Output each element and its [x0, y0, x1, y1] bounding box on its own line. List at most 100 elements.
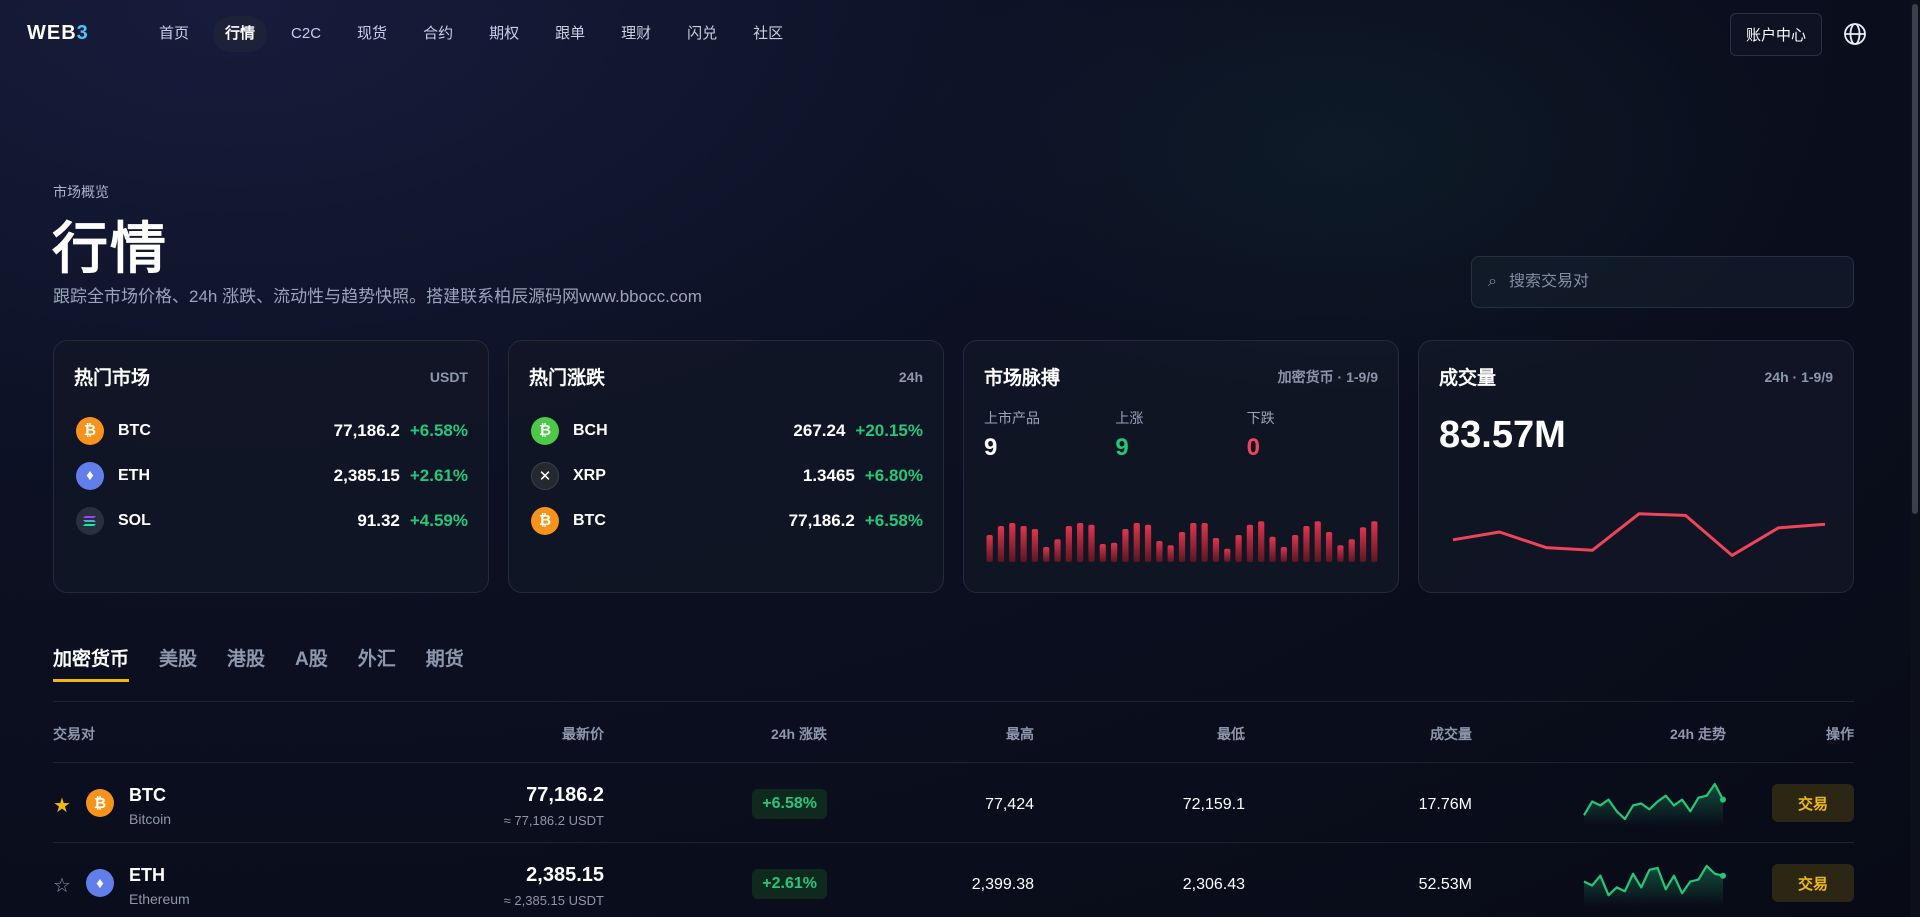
pulse-bar — [1201, 523, 1208, 562]
nav-item-markets[interactable]: 行情 — [213, 16, 268, 52]
bitcoin-icon: ₿ — [76, 416, 104, 445]
nav-item-home[interactable]: 首页 — [147, 16, 201, 52]
table-row[interactable]: ☆ ♦ ETH Ethereum 2,385.15 ≈ 2,385.15 USD… — [53, 843, 1854, 917]
logo-accent: 3 — [76, 22, 89, 44]
pulse-bar — [1167, 545, 1174, 562]
tab-forex[interactable]: 外汇 — [358, 644, 396, 682]
market-row[interactable]: ♦ ETH 2,385.15 +2.61% — [74, 453, 468, 498]
stat-value: 9 — [1115, 434, 1129, 461]
hot-market-card: 热门市场 USDT ₿ BTC 77,186.2 +6.58% ♦ ETH 2,… — [53, 340, 489, 593]
header-change[interactable]: 24h 涨跌 — [771, 724, 827, 744]
volume-trend-line — [1452, 512, 1826, 557]
favorite-star-icon[interactable]: ☆ — [53, 873, 71, 898]
row-name: Ethereum — [129, 891, 190, 907]
pulse-bar — [1088, 524, 1095, 562]
tab-a-shares[interactable]: A股 — [295, 644, 328, 682]
row-price: 77,186.2 — [526, 784, 604, 806]
pulse-bar — [1292, 535, 1299, 562]
search-box: ⌕ — [1471, 256, 1854, 308]
pulse-bar — [1348, 539, 1355, 562]
market-price: 2,385.15 — [333, 465, 400, 485]
header-pair[interactable]: 交易对 — [53, 724, 95, 744]
globe-icon[interactable] — [1843, 22, 1867, 46]
nav-item-community[interactable]: 社区 — [741, 16, 795, 52]
page-title: 行情 — [52, 217, 168, 280]
row-change-badge: +2.61% — [752, 869, 827, 899]
pulse-bar — [997, 526, 1005, 562]
sparkline-end-dot — [1720, 872, 1726, 879]
market-pulse-card: 市场脉搏 加密货币 · 1-9/9 上市产品 9 上涨 9 下跌 0 — [963, 340, 1399, 593]
logo[interactable]: WEB3 — [27, 22, 89, 45]
pulse-bar — [1325, 532, 1333, 562]
stat-listed: 上市产品 9 — [984, 408, 1115, 462]
header-last-price[interactable]: 最新价 — [562, 724, 604, 744]
scrollbar-thumb[interactable] — [1912, 4, 1918, 514]
market-row[interactable]: ₿ BTC 77,186.2 +6.58% — [74, 408, 468, 453]
market-row[interactable]: SOL 91.32 +4.59% — [74, 498, 468, 543]
search-input[interactable] — [1508, 273, 1829, 291]
market-row[interactable]: ✕ XRP 1.3465 +6.80% — [529, 453, 923, 498]
nav-item-convert[interactable]: 闪兑 — [675, 16, 729, 52]
tab-crypto[interactable]: 加密货币 — [53, 644, 130, 682]
nav-item-options[interactable]: 期权 — [477, 16, 531, 52]
pulse-bar — [1020, 526, 1027, 562]
volume-value: 83.57M — [1439, 414, 1566, 456]
pulse-bar — [1099, 544, 1106, 562]
market-price: 77,186.2 — [788, 510, 855, 530]
header-high[interactable]: 最高 — [1006, 724, 1034, 744]
hot-movers-card: 热门涨跌 24h ₿ BCH 267.24 +20.15% ✕ XRP 1.34… — [508, 340, 944, 593]
row-symbol: ETH — [129, 865, 165, 885]
market-price: 267.24 — [793, 420, 846, 440]
table-row[interactable]: ★ ₿ BTC Bitcoin 77,186.2 ≈ 77,186.2 USDT… — [53, 763, 1854, 843]
top-nav: WEB3 首页 行情 C2C 现货 合约 期权 跟单 理财 闪兑 社区 账户中心 — [0, 0, 1920, 68]
pulse-bar — [1144, 524, 1152, 562]
market-row[interactable]: ₿ BCH 267.24 +20.15% — [529, 408, 923, 453]
divider — [53, 701, 1854, 702]
pulse-bar — [1258, 521, 1265, 562]
pulse-bar — [1269, 536, 1276, 562]
trade-button[interactable]: 交易 — [1772, 784, 1854, 822]
pulse-bar — [1280, 547, 1287, 562]
header-volume[interactable]: 成交量 — [1430, 724, 1472, 744]
card-title: 热门市场 — [74, 368, 151, 389]
nav-item-spot[interactable]: 现货 — [345, 16, 399, 52]
nav-item-futures[interactable]: 合约 — [411, 16, 465, 52]
row-name: Bitcoin — [129, 811, 172, 827]
nav-item-c2c[interactable]: C2C — [279, 16, 333, 52]
market-symbol: BCH — [573, 421, 608, 439]
nav-item-earn[interactable]: 理财 — [609, 16, 663, 52]
card-tag: 24h · 1-9/9 — [1764, 368, 1833, 385]
market-symbol: SOL — [118, 511, 151, 529]
pulse-bar — [1031, 529, 1039, 562]
pulse-bar — [1371, 521, 1378, 562]
stat-value: 9 — [984, 434, 998, 461]
header-trend: 24h 走势 — [1669, 726, 1726, 742]
nav-item-copy-trading[interactable]: 跟单 — [543, 16, 597, 52]
favorite-star-icon[interactable]: ★ — [53, 793, 71, 818]
card-title: 市场脉搏 — [984, 368, 1061, 389]
pulse-bar — [986, 535, 993, 562]
market-symbol: BTC — [118, 421, 151, 439]
table-header: 交易对 最新价 24h 涨跌 最高 最低 成交量 24h 走势 操作 — [53, 724, 1854, 744]
pulse-bar — [1111, 542, 1118, 562]
row-low: 72,159.1 — [1182, 796, 1245, 813]
market-row[interactable]: ₿ BTC 77,186.2 +6.58% — [529, 498, 923, 543]
logo-text: WEB — [27, 22, 77, 44]
sparkline — [1583, 864, 1726, 906]
main-menu: 首页 行情 C2C 现货 合约 期权 跟单 理财 闪兑 社区 — [147, 16, 807, 52]
trade-button[interactable]: 交易 — [1772, 864, 1854, 902]
row-change-badge: +6.58% — [752, 789, 827, 819]
tab-futures[interactable]: 期货 — [426, 644, 464, 682]
market-symbol: ETH — [118, 466, 150, 484]
pulse-bar-chart — [986, 521, 1378, 562]
pulse-bar — [1303, 526, 1310, 562]
tab-hk-stocks[interactable]: 港股 — [227, 644, 265, 682]
market-price: 1.3465 — [802, 465, 855, 485]
row-price-sub: ≈ 77,186.2 USDT — [503, 813, 604, 828]
tab-us-stocks[interactable]: 美股 — [159, 644, 197, 682]
row-price: 2,385.15 — [526, 864, 604, 886]
stat-label: 上市产品 — [984, 410, 1040, 426]
account-center-button[interactable]: 账户中心 — [1730, 13, 1822, 56]
header-low[interactable]: 最低 — [1217, 724, 1245, 744]
stat-label: 上涨 — [1115, 410, 1144, 426]
